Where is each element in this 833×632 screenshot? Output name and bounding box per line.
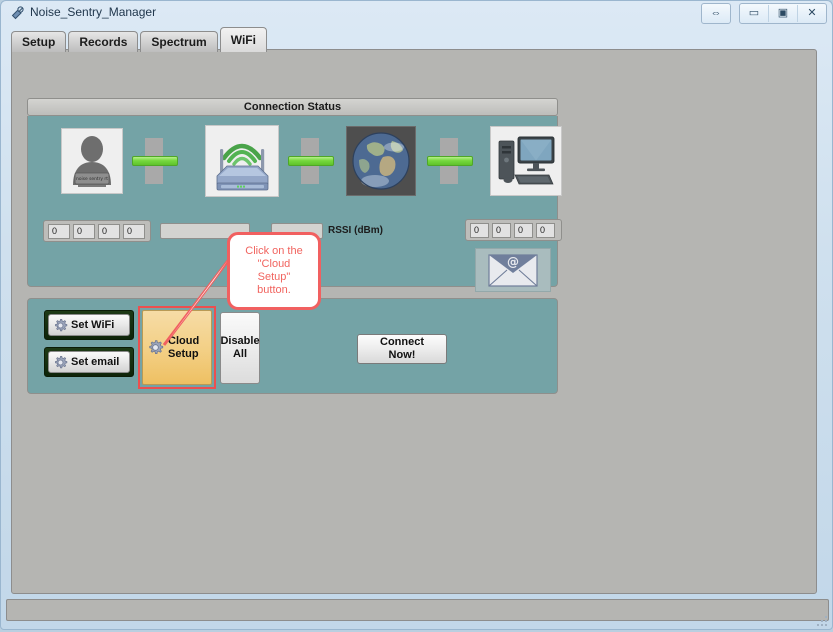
- maximize-icon[interactable]: ▣: [769, 5, 798, 22]
- server-ip-octet-4[interactable]: 0: [536, 222, 555, 238]
- router-tile: [205, 125, 279, 197]
- sensor-icon: noise sentry rt: [62, 129, 122, 193]
- minimize-icon[interactable]: ▭: [740, 5, 769, 22]
- connection-status-header: Connection Status: [27, 98, 558, 116]
- svg-text:@: @: [507, 255, 519, 269]
- server-ip-octet-2[interactable]: 0: [492, 222, 511, 238]
- set-wifi-label: Set WiFi: [71, 319, 115, 331]
- rssi-label: RSSI (dBm): [328, 225, 383, 236]
- router-icon: [206, 126, 278, 196]
- tab-spectrum[interactable]: Spectrum: [140, 31, 218, 52]
- server-ip-octet-1[interactable]: 0: [470, 222, 489, 238]
- application-window: Noise_Sentry_Manager ⇔ ▭ ▣ ✕ Setup Recor…: [0, 0, 833, 630]
- set-email-frame: Set email: [44, 347, 134, 377]
- set-email-button[interactable]: Set email: [48, 351, 130, 373]
- set-email-label: Set email: [71, 356, 120, 368]
- device-ip-group[interactable]: 0 0 0 0: [43, 220, 151, 242]
- window-controls: ⇔ ▭ ▣ ✕: [701, 3, 827, 24]
- svg-text:noise sentry rt: noise sentry rt: [76, 176, 108, 182]
- title-bar: Noise_Sentry_Manager ⇔ ▭ ▣ ✕: [1, 1, 833, 26]
- gear-icon: [53, 318, 68, 333]
- instruction-callout: Click on the "Cloud Setup" button.: [227, 232, 321, 310]
- resize-grip[interactable]: [816, 614, 828, 626]
- device-ip-octet-4[interactable]: 0: [123, 223, 145, 239]
- tab-wifi[interactable]: WiFi: [219, 27, 267, 52]
- set-wifi-frame: Set WiFi: [44, 310, 134, 340]
- globe-icon: [347, 127, 415, 195]
- device-ip-octet-2[interactable]: 0: [73, 223, 95, 239]
- app-icon: [10, 6, 25, 21]
- envelope-icon: @: [476, 249, 550, 291]
- disable-all-button[interactable]: Disable All: [220, 312, 260, 384]
- gear-icon: [147, 339, 164, 356]
- cloud-setup-button[interactable]: Cloud Setup: [142, 310, 212, 385]
- close-icon[interactable]: ✕: [798, 5, 826, 22]
- restore-group: ⇔: [701, 3, 731, 24]
- tab-setup[interactable]: Setup: [11, 31, 67, 52]
- link-1-indicator: [132, 156, 178, 166]
- computer-icon: [491, 127, 561, 195]
- client-area: Setup Records Spectrum WiFi Connection S…: [6, 27, 829, 599]
- link-2-indicator: [288, 156, 334, 166]
- connect-now-button[interactable]: Connect Now!: [357, 334, 447, 364]
- server-ip-group[interactable]: 0 0 0 0: [465, 219, 562, 241]
- action-buttons-panel: Set WiFi Set email Cloud Setup Disable A…: [27, 298, 558, 394]
- cloud-setup-label: Cloud Setup: [168, 334, 200, 360]
- sensor-tile: noise sentry rt: [61, 128, 123, 194]
- tab-page-wifi: Connection Status noise sentry rt 0 0 0 …: [11, 49, 817, 594]
- tab-bar: Setup Records Spectrum WiFi: [11, 27, 269, 52]
- set-wifi-button[interactable]: Set WiFi: [48, 314, 130, 336]
- device-ip-octet-3[interactable]: 0: [98, 223, 120, 239]
- email-button[interactable]: @: [475, 248, 551, 292]
- status-bar: [6, 599, 829, 621]
- server-ip-octet-3[interactable]: 0: [514, 222, 533, 238]
- gear-icon: [53, 355, 68, 370]
- link-3-indicator: [427, 156, 473, 166]
- min-max-close-group: ▭ ▣ ✕: [739, 3, 827, 24]
- device-ip-octet-1[interactable]: 0: [48, 223, 70, 239]
- tab-records[interactable]: Records: [68, 31, 139, 52]
- window-title: Noise_Sentry_Manager: [30, 5, 157, 19]
- globe-tile: [346, 126, 416, 196]
- computer-tile: [490, 126, 562, 196]
- resize-icon[interactable]: ⇔: [702, 5, 730, 22]
